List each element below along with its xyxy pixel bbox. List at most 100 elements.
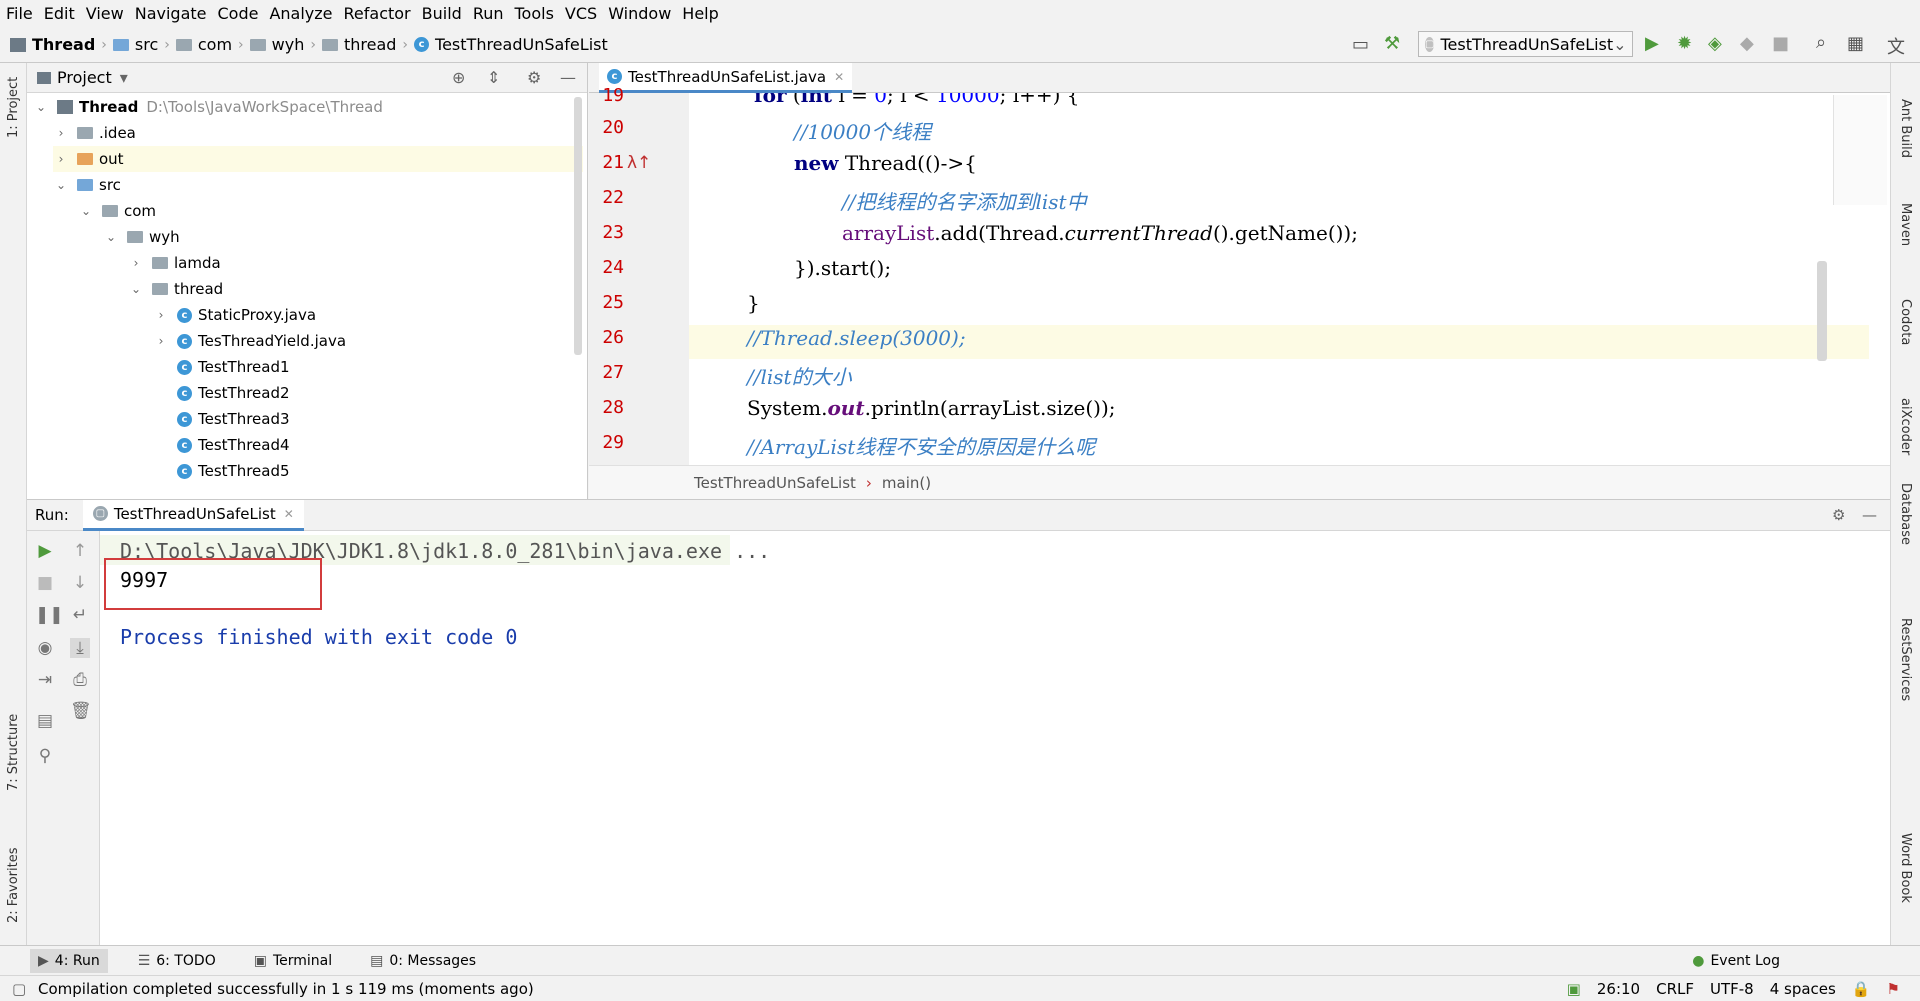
status-caret-position[interactable]: 26:10 [1597, 980, 1640, 998]
chevron-down-icon[interactable]: ▾ [120, 68, 128, 87]
hide-icon[interactable]: — [1862, 506, 1877, 524]
breadcrumb-com[interactable]: com › [175, 35, 250, 54]
menu-vcs[interactable]: VCS [565, 4, 597, 23]
menu-tools[interactable]: Tools [515, 4, 554, 23]
build-hammer-icon[interactable]: ⚒ [1384, 33, 1400, 54]
tab-messages[interactable]: ▤ 0: Messages [362, 949, 484, 973]
tool-window-project[interactable]: 1: Project [6, 77, 21, 138]
menu-run[interactable]: Run [473, 4, 504, 23]
tab-todo[interactable]: ☰ 6: TODO [130, 949, 224, 973]
breadcrumb-project[interactable]: Thread › [10, 35, 113, 54]
status-line-separator[interactable]: CRLF [1656, 980, 1694, 998]
tab-run[interactable]: ▶ 4: Run [30, 948, 108, 973]
pause-icon[interactable]: ❚❚ [35, 605, 64, 625]
exit-icon[interactable]: ⇥ [35, 670, 55, 690]
tool-window-aixcoder[interactable]: aiXcoder [1898, 398, 1913, 455]
editor-scrollbar[interactable] [1817, 261, 1827, 361]
editor-breadcrumb-method[interactable]: main() [882, 474, 931, 492]
menu-file[interactable]: File [6, 4, 33, 23]
editor-tab[interactable]: c TestThreadUnSafeList.java ✕ [599, 63, 853, 93]
lock-icon[interactable]: 🔒 [1852, 980, 1871, 998]
run-console[interactable]: D:\Tools\Java\JDK\JDK1.8\jdk1.8.0_281\bi… [100, 531, 1890, 945]
pin-icon[interactable]: ⚲ [35, 746, 55, 766]
arrow-up-icon[interactable]: ↑ [70, 541, 90, 561]
scroll-to-end-icon[interactable]: ⤓ [70, 638, 90, 658]
tree-item-testthread5[interactable]: c TestThread5 [177, 458, 290, 484]
gear-icon[interactable]: ⚙ [527, 68, 541, 87]
close-icon[interactable]: ✕ [284, 507, 294, 521]
menu-edit[interactable]: Edit [44, 4, 75, 23]
tool-window-ant-build[interactable]: Ant Build [1898, 99, 1913, 158]
tool-window-database[interactable]: Database [1898, 483, 1913, 545]
tool-window-structure[interactable]: 7: Structure [6, 714, 21, 791]
locate-icon[interactable]: ⊕ [452, 68, 465, 87]
dump-threads-icon[interactable]: ◉ [35, 638, 55, 658]
coverage-icon[interactable]: ◈ [1708, 33, 1722, 54]
notification-icon[interactable]: ⚑ [1887, 980, 1900, 998]
breadcrumb-thread[interactable]: thread › [321, 35, 414, 54]
soft-wrap-icon[interactable]: ↵ [70, 605, 90, 625]
menu-navigate[interactable]: Navigate [135, 4, 207, 23]
editor-breadcrumb-class[interactable]: TestThreadUnSafeList [694, 474, 856, 492]
tool-window-word-book[interactable]: Word Book [1898, 833, 1913, 903]
tree-root[interactable]: ⌄ Thread D:\Tools\JavaWorkSpace\Thread [33, 94, 383, 120]
code-minimap[interactable] [1833, 95, 1887, 205]
tree-item-out[interactable]: › out [53, 146, 583, 172]
stop-icon[interactable]: ■ [1772, 33, 1789, 54]
search-icon[interactable]: ⌕ [1816, 32, 1826, 53]
tree-item-testthread3[interactable]: c TestThread3 [177, 406, 290, 432]
tree-item-wyh[interactable]: ⌄ wyh [103, 224, 180, 250]
tab-event-log[interactable]: ● Event Log [1684, 949, 1788, 973]
code-area[interactable]: for (int i = 0; i < 10000; i++) { //1000… [689, 93, 1869, 465]
tool-window-maven[interactable]: Maven [1898, 203, 1913, 246]
lambda-marker-icon[interactable]: λ↑ [627, 153, 651, 173]
tree-item-testthread2[interactable]: c TestThread2 [177, 380, 290, 406]
menu-code[interactable]: Code [218, 4, 259, 23]
tool-window-favorites[interactable]: 2: Favorites [6, 847, 21, 923]
breadcrumb-class[interactable]: c TestThreadUnSafeList [414, 35, 608, 54]
select-run-target-icon[interactable]: ▭ [1352, 34, 1369, 55]
translate-icon[interactable]: 文 [1887, 33, 1905, 59]
layout-icon[interactable]: ▤ [35, 711, 55, 731]
breadcrumb-wyh[interactable]: wyh › [249, 35, 322, 54]
tree-item-staticproxy[interactable]: › c StaticProxy.java [153, 302, 316, 328]
tree-item-thread[interactable]: ⌄ thread [128, 276, 223, 302]
tree-item-testthreadyield[interactable]: › c TesThreadYield.java [153, 328, 346, 354]
project-structure-icon[interactable]: ▦ [1847, 33, 1864, 54]
tool-window-restservices[interactable]: RestServices [1898, 618, 1913, 701]
tool-window-codota[interactable]: Codota [1898, 299, 1913, 345]
menu-refactor[interactable]: Refactor [344, 4, 411, 23]
toggle-tool-windows-icon[interactable]: ▢ [12, 980, 26, 998]
tree-item-com[interactable]: ⌄ com [78, 198, 156, 224]
tree-item-lamda[interactable]: › lamda [128, 250, 221, 276]
close-icon[interactable]: ✕ [834, 70, 844, 84]
tab-terminal[interactable]: ▣ Terminal [246, 949, 340, 973]
tree-item-src[interactable]: ⌄ src [53, 172, 121, 198]
project-panel-title[interactable]: Project [57, 68, 112, 87]
breadcrumb-src[interactable]: src › [112, 35, 176, 54]
menu-window[interactable]: Window [608, 4, 671, 23]
status-indent[interactable]: 4 spaces [1770, 980, 1836, 998]
project-scrollbar[interactable] [574, 97, 582, 355]
print-icon[interactable]: ⎙ [70, 670, 90, 690]
menu-view[interactable]: View [86, 4, 124, 23]
debug-icon[interactable]: ✹ [1677, 33, 1692, 54]
run-tab[interactable]: ▢ TestThreadUnSafeList ✕ [82, 499, 304, 531]
rerun-icon[interactable]: ▶ [35, 541, 55, 561]
tree-item-testthread4[interactable]: c TestThread4 [177, 432, 290, 458]
hide-icon[interactable]: — [560, 68, 576, 87]
run-configuration-select[interactable]: ▢ TestThreadUnSafeList ⌄ [1418, 31, 1633, 57]
collapse-all-icon[interactable]: ⇕ [487, 68, 500, 87]
stop-icon[interactable]: ■ [35, 573, 55, 593]
profile-icon[interactable]: ◆ [1740, 33, 1754, 54]
gear-icon[interactable]: ⚙ [1832, 506, 1845, 524]
status-encoding[interactable]: UTF-8 [1710, 980, 1754, 998]
menu-build[interactable]: Build [422, 4, 462, 23]
tree-item-idea[interactable]: › .idea [53, 120, 136, 146]
tree-item-testthread1[interactable]: c TestThread1 [177, 354, 290, 380]
menu-help[interactable]: Help [682, 4, 718, 23]
trash-icon[interactable]: 🗑 [70, 701, 92, 721]
run-icon[interactable]: ▶ [1645, 33, 1659, 54]
arrow-down-icon[interactable]: ↓ [70, 573, 90, 593]
menu-analyze[interactable]: Analyze [269, 4, 332, 23]
